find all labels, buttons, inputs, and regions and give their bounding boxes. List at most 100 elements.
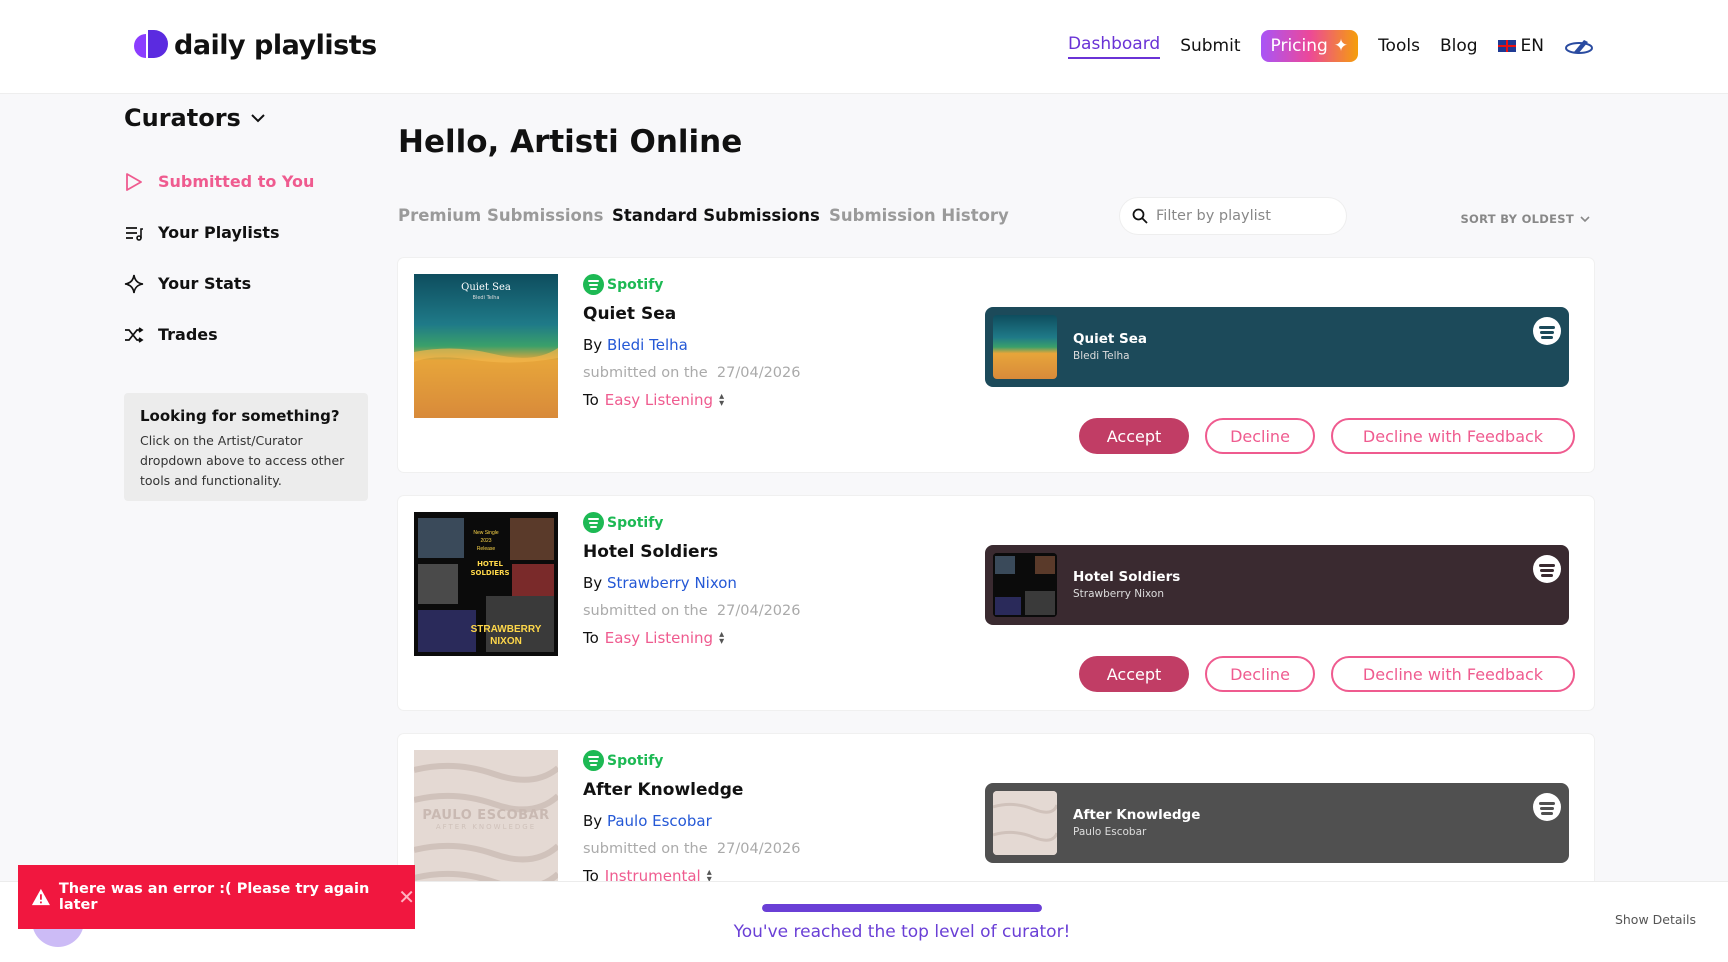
track-artist-line: By Strawberry Nixon: [583, 574, 800, 592]
chevron-down-icon: [251, 114, 265, 123]
close-icon[interactable]: ✕: [398, 885, 415, 909]
user-avatar[interactable]: [1564, 36, 1594, 56]
sidebar-item-trades[interactable]: Trades: [124, 309, 370, 360]
cover-art: Quiet Sea Bledi Telha: [414, 274, 558, 418]
decline-button[interactable]: Decline: [1205, 656, 1315, 692]
tab-premium[interactable]: Premium Submissions: [398, 206, 603, 225]
to-prefix: To: [583, 391, 599, 409]
embed-thumbnail: [993, 553, 1057, 617]
decline-button[interactable]: Decline: [1205, 418, 1315, 454]
spotify-badge: Spotify: [583, 274, 800, 295]
nav-pricing-label: Pricing: [1270, 36, 1328, 56]
spotify-embed[interactable]: After Knowledge Paulo Escobar: [985, 783, 1569, 863]
embed-thumbnail: [993, 791, 1057, 855]
decline-with-feedback-button[interactable]: Decline with Feedback: [1331, 656, 1575, 692]
svg-text:Release: Release: [477, 546, 496, 552]
shuffle-icon: [124, 325, 144, 345]
sparkle-icon: ✦: [1333, 36, 1349, 56]
spotify-icon: [583, 274, 604, 295]
tabs-row: Premium Submissions Standard Submissions…: [398, 198, 1594, 238]
spotify-embed[interactable]: Quiet Sea Bledi Telha: [985, 307, 1569, 387]
by-prefix: By: [583, 574, 603, 592]
platform-label: Spotify: [607, 276, 664, 293]
nav-tools[interactable]: Tools: [1378, 36, 1420, 56]
curators-dropdown[interactable]: Curators: [124, 104, 370, 132]
nav-blog[interactable]: Blog: [1440, 36, 1478, 56]
nav-dashboard[interactable]: Dashboard: [1067, 34, 1161, 59]
tab-history[interactable]: Submission History: [829, 206, 1009, 225]
cover-subtitle: AFTER KNOWLEDGE: [435, 823, 537, 831]
sort-arrows-icon[interactable]: ▴ ▾: [719, 392, 724, 409]
level-progress: [762, 904, 1042, 912]
nav-pricing[interactable]: Pricing ✦: [1260, 30, 1359, 62]
embed-artist: Strawberry Nixon: [1073, 588, 1164, 600]
playlist-link[interactable]: Easy Listening: [605, 391, 713, 409]
platform-label: Spotify: [607, 752, 664, 769]
artist-link[interactable]: Bledi Telha: [607, 336, 688, 354]
submission-card: Quiet Sea Bledi Telha Spotify Quiet Sea …: [398, 258, 1594, 472]
submitted-date: 27/04/2026: [716, 841, 801, 857]
sidebar-title: Curators: [124, 104, 241, 132]
action-buttons: Accept Decline Decline with Feedback: [1079, 656, 1575, 692]
submitted-date: 27/04/2026: [716, 365, 801, 381]
play-icon: [124, 172, 144, 192]
submission-info: Spotify Quiet Sea By Bledi Telha submitt…: [583, 274, 800, 409]
decline-with-feedback-button[interactable]: Decline with Feedback: [1331, 418, 1575, 454]
sidebar-item-stats[interactable]: Your Stats: [124, 258, 370, 309]
action-buttons: Accept Decline Decline with Feedback: [1079, 418, 1575, 454]
submission-card: New Single 2023 Release STRAWBERRY NIXON…: [398, 496, 1594, 710]
playlist-link[interactable]: Easy Listening: [605, 629, 713, 647]
help-box: Looking for something? Click on the Arti…: [124, 393, 368, 501]
sidebar-item-submitted[interactable]: Submitted to You: [124, 156, 370, 207]
sidebar-item-playlists[interactable]: Your Playlists: [124, 207, 370, 258]
sidebar-item-label: Your Stats: [158, 274, 252, 293]
track-artist-line: By Paulo Escobar: [583, 812, 800, 830]
by-prefix: By: [583, 812, 603, 830]
playlist-line: To Easy Listening ▴ ▾: [583, 629, 800, 647]
embed-title: Hotel Soldiers: [1073, 569, 1181, 585]
filter-box: [1120, 198, 1346, 234]
logo[interactable]: daily playlists: [134, 28, 377, 62]
sort-label: SORT BY OLDEST: [1460, 212, 1574, 226]
cover-art: New Single 2023 Release STRAWBERRY NIXON…: [414, 512, 558, 656]
by-prefix: By: [583, 336, 603, 354]
sort-dropdown[interactable]: SORT BY OLDEST: [1460, 212, 1590, 226]
artist-link[interactable]: Paulo Escobar: [607, 812, 712, 830]
track-title: Hotel Soldiers: [583, 542, 719, 562]
spotify-icon: [583, 750, 604, 771]
error-toast: There was an error :( Please try again l…: [18, 865, 415, 929]
nav-submit[interactable]: Submit: [1180, 36, 1240, 56]
show-details-link[interactable]: Show Details: [1615, 912, 1696, 927]
spotify-embed[interactable]: Hotel Soldiers Strawberry Nixon: [985, 545, 1569, 625]
filter-input[interactable]: [1156, 208, 1326, 224]
cover-title: Quiet Sea: [461, 282, 511, 293]
language-selector[interactable]: EN: [1497, 36, 1544, 56]
level-progress-fill: [762, 904, 1042, 912]
help-title: Looking for something?: [140, 407, 340, 425]
logo-text: daily playlists: [174, 29, 377, 61]
submitted-date-line: submitted on the 27/04/2026: [583, 841, 800, 857]
sort-arrows-icon[interactable]: ▴ ▾: [719, 630, 724, 647]
warning-icon: [31, 888, 50, 906]
chevron-down-icon: [1580, 215, 1590, 222]
submitted-prefix: submitted on the: [583, 365, 708, 381]
svg-text:STRAWBERRY: STRAWBERRY: [471, 624, 542, 635]
embed-title: Quiet Sea: [1073, 331, 1148, 347]
error-message: There was an error :( Please try again l…: [58, 881, 370, 913]
artist-link[interactable]: Strawberry Nixon: [607, 574, 737, 592]
sidebar-item-label: Your Playlists: [158, 223, 280, 242]
accept-button[interactable]: Accept: [1079, 656, 1189, 692]
tab-standard[interactable]: Standard Submissions: [612, 206, 820, 225]
playlist-line: To Easy Listening ▴ ▾: [583, 391, 800, 409]
spotify-logo-icon: [1533, 317, 1561, 345]
embed-artist: Bledi Telha: [1073, 350, 1130, 362]
accept-button[interactable]: Accept: [1079, 418, 1189, 454]
sidebar-item-label: Submitted to You: [158, 172, 315, 191]
platform-label: Spotify: [607, 514, 664, 531]
spotify-logo-icon: [1533, 793, 1561, 821]
sidebar-item-label: Trades: [158, 325, 218, 344]
track-artist-line: By Bledi Telha: [583, 336, 800, 354]
spotify-icon: [583, 512, 604, 533]
language-label: EN: [1520, 36, 1544, 56]
help-text: Click on the Artist/Curator dropdown abo…: [140, 433, 345, 488]
